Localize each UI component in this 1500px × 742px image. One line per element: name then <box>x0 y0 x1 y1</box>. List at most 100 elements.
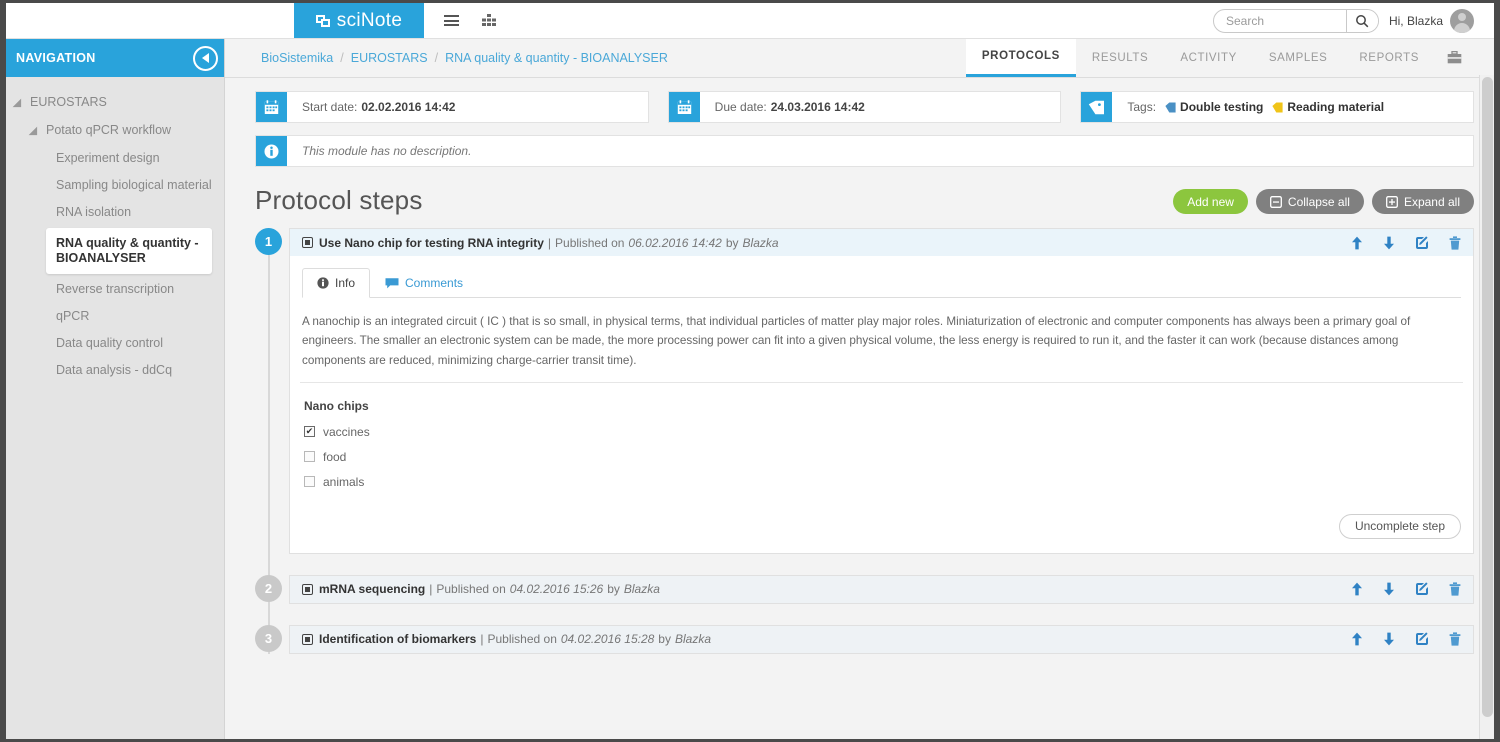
sidebar-item-data-quality-control[interactable]: Data quality control <box>6 330 224 357</box>
sidebar-item-eurostars[interactable]: EUROSTARS <box>6 89 224 117</box>
delete-icon[interactable] <box>1449 632 1461 646</box>
step-complete-checkbox[interactable] <box>302 584 313 595</box>
tag-icon <box>1081 92 1112 122</box>
step-tab-info[interactable]: Info <box>302 268 370 298</box>
avatar[interactable] <box>1450 9 1474 33</box>
sidebar-item-rna-quality-quantity-bioanalyser[interactable]: RNA quality & quantity - BIOANALYSER <box>46 228 212 274</box>
due-date-value: 24.03.2016 14:42 <box>771 100 865 114</box>
collapse-left-icon[interactable] <box>193 46 218 71</box>
search-input[interactable] <box>1214 10 1346 32</box>
tags-bar[interactable]: Tags: Double testing Reading material <box>1080 91 1474 123</box>
vertical-scrollbar[interactable] <box>1479 75 1494 739</box>
user-menu[interactable]: Hi, Blazka <box>1389 9 1474 33</box>
step-title: mRNA sequencing <box>319 582 425 596</box>
breadcrumb-item-biosistemika[interactable]: BioSistemika <box>261 51 333 65</box>
sidebar-item-label: Sampling biological material <box>56 178 212 193</box>
checklist-item[interactable]: ✔ vaccines <box>304 425 1459 439</box>
info-icon <box>256 136 287 166</box>
step-number-badge: 1 <box>255 228 282 255</box>
move-up-icon[interactable] <box>1351 582 1363 596</box>
checklist-item[interactable]: food <box>304 450 1459 464</box>
breadcrumb: BioSistemika / EUROSTARS / RNA quality &… <box>225 39 1494 78</box>
move-down-icon[interactable] <box>1383 236 1395 250</box>
info-icon <box>317 277 329 289</box>
step-number-badge: 2 <box>255 575 282 602</box>
step-title: Use Nano chip for testing RNA integrity <box>319 236 544 250</box>
scrollbar-thumb[interactable] <box>1482 77 1493 717</box>
sidebar-item-label: Reverse transcription <box>56 282 174 297</box>
description-text: This module has no description. <box>287 136 471 166</box>
sidebar-item-qpcr[interactable]: qPCR <box>6 303 224 330</box>
sidebar-item-experiment-design[interactable]: Experiment design <box>6 145 224 172</box>
step-header[interactable]: Use Nano chip for testing RNA integrity … <box>290 229 1473 256</box>
sidebar-item-reverse-transcription[interactable]: Reverse transcription <box>6 276 224 303</box>
edit-icon[interactable] <box>1415 632 1429 646</box>
sidebar-item-potato-qpcr-workflow[interactable]: Potato qPCR workflow <box>6 117 224 145</box>
move-up-icon[interactable] <box>1351 632 1363 646</box>
move-down-icon[interactable] <box>1383 632 1395 646</box>
breadcrumb-item-current[interactable]: RNA quality & quantity - BIOANALYSER <box>445 51 668 65</box>
sidebar-item-label: EUROSTARS <box>30 95 107 110</box>
sidebar-item-sampling-biological-material[interactable]: Sampling biological material <box>6 172 224 199</box>
tag-double-testing[interactable]: Double testing <box>1165 100 1263 114</box>
sidebar-item-data-analysis-ddcq[interactable]: Data analysis - ddCq <box>6 357 224 384</box>
tab-activity[interactable]: ACTIVITY <box>1164 39 1253 77</box>
tags-label: Tags: <box>1127 100 1156 114</box>
start-date-value: 02.02.2016 14:42 <box>361 100 455 114</box>
expand-all-button[interactable]: Expand all <box>1372 189 1474 214</box>
uncomplete-step-button[interactable]: Uncomplete step <box>1339 514 1461 539</box>
checklist-checkbox[interactable] <box>304 451 315 462</box>
calendar-icon <box>669 92 700 122</box>
step-actions <box>1351 582 1461 596</box>
step-tab-comments[interactable]: Comments <box>370 268 478 298</box>
move-up-icon[interactable] <box>1351 236 1363 250</box>
user-greeting: Hi, Blazka <box>1389 14 1443 28</box>
tab-reports[interactable]: REPORTS <box>1343 39 1435 77</box>
step-header[interactable]: Identification of biomarkers | Published… <box>290 626 1473 653</box>
due-date-bar[interactable]: Due date: 24.03.2016 14:42 <box>668 91 1062 123</box>
tag-reading-material[interactable]: Reading material <box>1272 100 1384 114</box>
sidebar-item-rna-isolation[interactable]: RNA isolation <box>6 199 224 226</box>
archive-briefcase-icon[interactable] <box>1435 39 1474 77</box>
collapse-all-button[interactable]: Collapse all <box>1256 189 1364 214</box>
tab-samples[interactable]: SAMPLES <box>1253 39 1344 77</box>
edit-icon[interactable] <box>1415 582 1429 596</box>
step-inner-tabs: Info Comments <box>302 268 1461 298</box>
search-button[interactable] <box>1346 10 1378 32</box>
checklist-item-label: vaccines <box>323 425 370 439</box>
comment-icon <box>385 277 399 289</box>
expand-icon <box>1386 196 1398 208</box>
step-card: Use Nano chip for testing RNA integrity … <box>289 228 1474 554</box>
sidebar-item-label: Potato qPCR workflow <box>46 123 171 138</box>
tab-protocols[interactable]: PROTOCOLS <box>966 39 1076 77</box>
move-down-icon[interactable] <box>1383 582 1395 596</box>
step-header[interactable]: mRNA sequencing | Published on 04.02.201… <box>290 576 1473 603</box>
breadcrumb-item-eurostars[interactable]: EUROSTARS <box>351 51 428 65</box>
sidebar-item-label: qPCR <box>56 309 89 324</box>
checklist-item-label: animals <box>323 475 364 489</box>
hamburger-icon[interactable] <box>444 15 459 26</box>
checklist-checkbox-checked[interactable]: ✔ <box>304 426 315 437</box>
add-new-button[interactable]: Add new <box>1173 189 1248 214</box>
protocol-step-3: 3 Identification of biomarkers | Publish… <box>255 625 1474 654</box>
modules-grid-icon[interactable] <box>481 14 497 27</box>
caret-down-icon <box>29 127 42 140</box>
checklist-title: Nano chips <box>304 399 1459 413</box>
breadcrumb-separator: / <box>340 51 343 65</box>
delete-icon[interactable] <box>1449 236 1461 250</box>
collapse-icon <box>1270 196 1282 208</box>
checklist-checkbox[interactable] <box>304 476 315 487</box>
search-box[interactable] <box>1213 9 1379 33</box>
checklist-item[interactable]: animals <box>304 475 1459 489</box>
step-complete-checkbox[interactable] <box>302 634 313 645</box>
tag-icon <box>1165 102 1176 113</box>
tab-results[interactable]: RESULTS <box>1076 39 1164 77</box>
start-date-bar[interactable]: Start date: 02.02.2016 14:42 <box>255 91 649 123</box>
edit-icon[interactable] <box>1415 236 1429 250</box>
step-published-prefix: Published on <box>555 236 624 250</box>
step-complete-checkbox[interactable] <box>302 237 313 248</box>
step-number-badge: 3 <box>255 625 282 652</box>
scinote-logo[interactable]: sciNote <box>294 3 424 38</box>
description-bar[interactable]: This module has no description. <box>255 135 1474 167</box>
delete-icon[interactable] <box>1449 582 1461 596</box>
